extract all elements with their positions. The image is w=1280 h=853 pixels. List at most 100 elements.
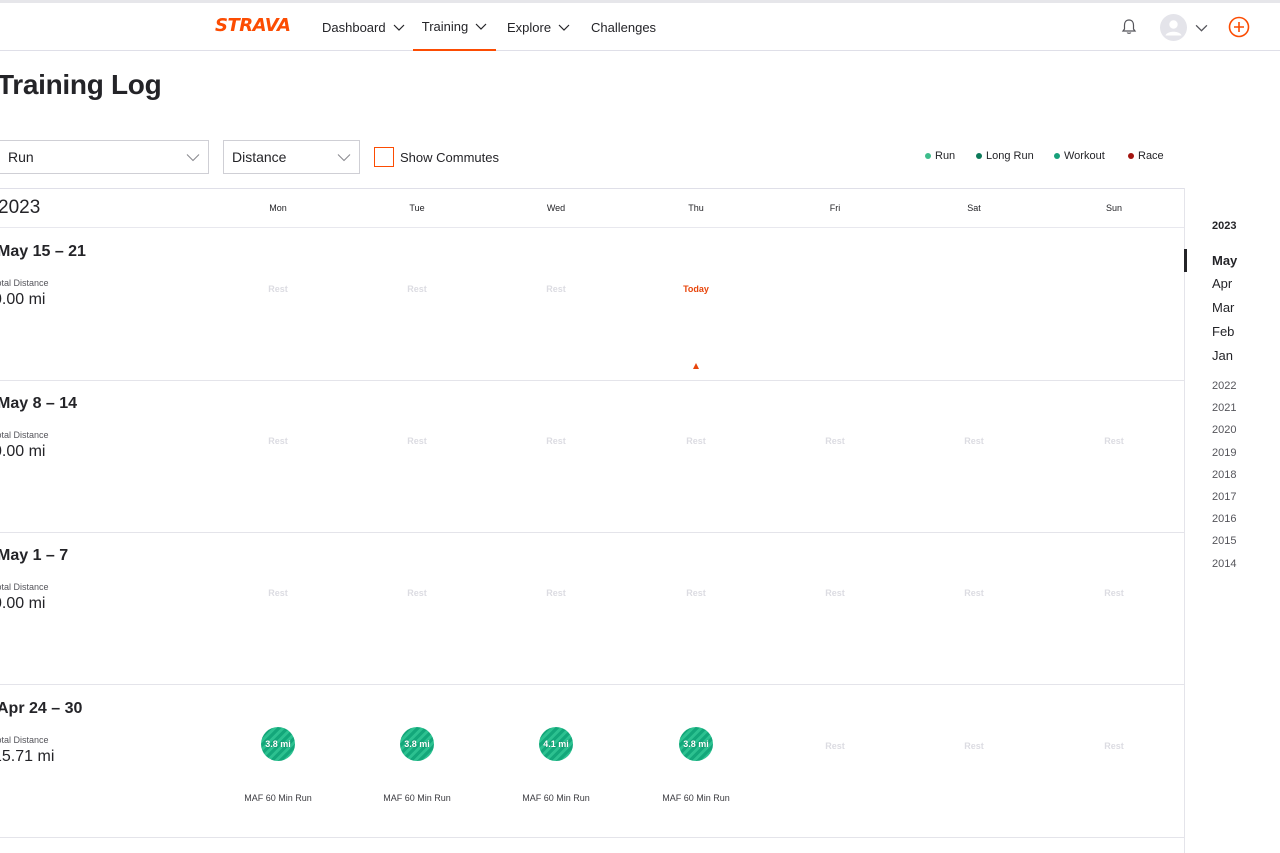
chevron-down-icon	[186, 154, 200, 162]
rest-day-label: Rest	[546, 436, 566, 446]
rest-day-label: Rest	[825, 436, 845, 446]
nav-explore[interactable]: Explore	[507, 3, 570, 51]
side-date-nav: 2023 May Apr Mar Feb Jan 2022 2021 2020 2019 201…	[1184, 188, 1280, 853]
nav-training-label: Training	[421, 18, 469, 34]
rest-day-label: Rest	[825, 741, 845, 751]
day-header-thu: Thu	[688, 203, 704, 213]
activity-name-link[interactable]: MAF 60 Min Run	[501, 793, 611, 803]
side-month-apr[interactable]: Apr	[1212, 276, 1232, 291]
sport-select[interactable]: Run	[0, 140, 209, 174]
nav-challenges-label: Challenges	[591, 19, 657, 35]
activity-name-link[interactable]: MAF 60 Min Run	[641, 793, 751, 803]
side-current-year[interactable]: 2023	[1212, 220, 1236, 232]
nav-explore-label: Explore	[507, 19, 552, 35]
today-marker: Today	[683, 284, 709, 294]
activity-bubble[interactable]: 3.8 mi	[261, 727, 295, 761]
activity-bubble[interactable]: 3.8 mi	[400, 727, 434, 761]
legend-run: Run	[925, 150, 955, 162]
nav-challenges[interactable]: Challenges	[591, 3, 656, 51]
rest-day-label: Rest	[546, 588, 566, 598]
week-row: Apr 24 – 30 Total Distance 15.71 mi 3.8 mi M…	[0, 686, 1184, 838]
rest-day-label: Rest	[964, 436, 984, 446]
rest-day-label: Rest	[686, 588, 706, 598]
week-total-value: 0.00 mi	[0, 595, 46, 612]
legend-race: Race	[1128, 150, 1164, 162]
day-header-sat: Sat	[967, 203, 981, 213]
chevron-down-icon	[475, 23, 487, 30]
rest-day-label: Rest	[686, 436, 706, 446]
show-commutes-toggle[interactable]: Show Commutes	[374, 147, 499, 167]
week-title: Apr 24 – 30	[0, 700, 83, 717]
week-total-value: 15.71 mi	[0, 748, 55, 765]
bell-button[interactable]	[1120, 3, 1138, 51]
activity-bubble[interactable]: 3.8 mi	[679, 727, 713, 761]
week-row: May 8 – 14 Total Distance 0.00 mi Rest Rest R…	[0, 381, 1184, 533]
side-year-2022[interactable]: 2022	[1212, 380, 1236, 392]
side-month-mar[interactable]: Mar	[1212, 300, 1234, 315]
rest-day-label: Rest	[1104, 741, 1124, 751]
profile-menu[interactable]	[1160, 3, 1208, 51]
rest-day-label: Rest	[1104, 436, 1124, 446]
week-row: May 15 – 21 Total Distance 0.00 mi Rest Rest…	[0, 229, 1184, 381]
legend-race-label: Race	[1138, 150, 1164, 162]
side-year-2016[interactable]: 2016	[1212, 513, 1236, 525]
calendar-header: 2023 Mon Tue Wed Thu Fri Sat Sun	[0, 188, 1184, 228]
day-header-mon: Mon	[269, 203, 287, 213]
side-year-2020[interactable]: 2020	[1212, 424, 1236, 436]
avatar	[1160, 13, 1187, 41]
nav-dashboard-label: Dashboard	[322, 19, 386, 35]
day-header-fri: Fri	[829, 203, 841, 213]
show-commutes-checkbox[interactable]	[374, 147, 394, 167]
day-header-sun: Sun	[1105, 203, 1122, 213]
side-year-2019[interactable]: 2019	[1212, 447, 1236, 459]
activity-name-link[interactable]: MAF 60 Min Run	[362, 793, 472, 803]
rest-day-label: Rest	[407, 588, 427, 598]
chevron-down-icon	[1195, 24, 1208, 32]
sport-select-value: Run	[8, 149, 34, 165]
side-year-2014[interactable]: 2014	[1212, 558, 1236, 570]
calendar-year: 2023	[0, 197, 41, 218]
rest-day-label: Rest	[268, 284, 288, 294]
nav-dashboard[interactable]: Dashboard	[322, 3, 405, 51]
legend-workout-dot	[1054, 153, 1060, 159]
chevron-down-icon	[558, 24, 570, 31]
rest-day-label: Rest	[964, 741, 984, 751]
nav-training[interactable]: Training	[413, 3, 496, 51]
week-total-label: Total Distance	[0, 735, 49, 745]
side-month-may[interactable]: May	[1212, 253, 1237, 268]
side-year-2015[interactable]: 2015	[1212, 535, 1236, 547]
metric-select[interactable]: Distance	[223, 140, 360, 174]
legend-workout: Workout	[1054, 150, 1105, 162]
upload-button[interactable]	[1228, 3, 1250, 51]
rest-day-label: Rest	[407, 284, 427, 294]
rest-day-label: Rest	[1104, 588, 1124, 598]
metric-select-value: Distance	[232, 149, 287, 165]
legend-race-dot	[1128, 153, 1134, 159]
rest-day-label: Rest	[546, 284, 566, 294]
week-total-label: Total Distance	[0, 582, 49, 592]
week-total-value: 0.00 mi	[0, 291, 46, 308]
rest-day-label: Rest	[268, 436, 288, 446]
activity-bubble[interactable]: 4.1 mi	[539, 727, 573, 761]
today-arrow-icon	[693, 363, 699, 369]
week-total-label: Total Distance	[0, 430, 49, 440]
legend-workout-label: Workout	[1064, 150, 1105, 162]
activity-name-link[interactable]: MAF 60 Min Run	[223, 793, 333, 803]
rest-day-label: Rest	[964, 588, 984, 598]
week-total-label: Total Distance	[0, 278, 49, 288]
side-year-2017[interactable]: 2017	[1212, 491, 1236, 503]
top-navigation: STRAVA Dashboard Training Explore Challe…	[0, 3, 1280, 51]
show-commutes-label: Show Commutes	[400, 149, 499, 165]
day-header-tue: Tue	[409, 203, 425, 213]
week-title: May 15 – 21	[0, 243, 86, 260]
side-month-jan[interactable]: Jan	[1212, 348, 1233, 363]
legend-long-run-dot	[976, 153, 982, 159]
legend-run-dot	[925, 153, 931, 159]
chevron-down-icon	[393, 24, 405, 31]
rest-day-label: Rest	[407, 436, 427, 446]
side-year-2018[interactable]: 2018	[1212, 469, 1236, 481]
plus-circle-icon	[1228, 16, 1250, 38]
side-year-2021[interactable]: 2021	[1212, 402, 1236, 414]
strava-logo[interactable]: STRAVA	[215, 15, 291, 36]
side-month-feb[interactable]: Feb	[1212, 324, 1234, 339]
